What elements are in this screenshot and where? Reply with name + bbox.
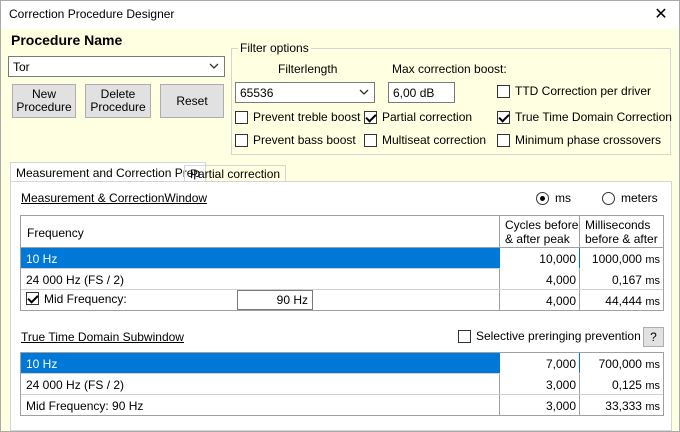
prevent-bass-checkbox[interactable]: Prevent bass boost — [235, 133, 356, 147]
filterlength-value: 65536 — [240, 86, 274, 100]
mid-frequency-input[interactable]: 90 Hz — [237, 290, 313, 310]
ttd-per-driver-box — [497, 84, 510, 98]
row-frequency: 10 Hz — [26, 357, 58, 371]
radio-ms-label: ms — [555, 191, 571, 205]
selective-preringing-checkbox[interactable]: Selective preringing prevention — [458, 329, 641, 343]
table-row[interactable]: Mid Frequency: 90 Hz 4,000 44,444 ms — [21, 290, 663, 311]
subwindow-title: True Time Domain Subwindow — [21, 330, 184, 344]
reset-button[interactable]: Reset — [160, 84, 224, 118]
table-row[interactable]: 24 000 Hz (FS / 2) 3,000 0,125 ms — [21, 374, 663, 395]
radio-meters-circle — [602, 191, 615, 205]
row-ms-unit: ms — [645, 296, 660, 308]
ttd-checkbox[interactable]: True Time Domain Correction — [497, 110, 672, 124]
tab-measurement[interactable]: Measurement and Correction Prep — [10, 162, 207, 182]
min-phase-checkbox[interactable]: Minimum phase crossovers — [497, 133, 661, 147]
table-row[interactable]: 10 Hz 10,000 1000,000 ms — [21, 248, 663, 269]
partial-correction-label: Partial correction — [382, 110, 473, 124]
mid-frequency-box — [26, 292, 39, 305]
procedure-designer-window: Correction Procedure Designer ✕ Procedur… — [0, 0, 680, 432]
row-cycles[interactable]: 3,000 — [500, 395, 579, 416]
prevent-treble-box — [235, 110, 248, 124]
row-ms-cell[interactable]: 700,000 ms — [580, 353, 663, 374]
mid-frequency-label: Mid Frequency: — [44, 291, 127, 306]
table-header: Frequency Cycles before & after peak Mil… — [21, 216, 663, 248]
row-ms: 0,125 — [611, 378, 642, 392]
measurement-tab-panel: Measurement & CorrectionWindow ms meters… — [10, 181, 672, 431]
partial-correction-box — [364, 110, 377, 124]
table-row[interactable]: 24 000 Hz (FS / 2) 4,000 0,167 ms — [21, 269, 663, 290]
row-cycles[interactable]: 7,000 — [500, 353, 579, 374]
new-procedure-button[interactable]: New Procedure — [12, 84, 76, 118]
radio-meters[interactable]: meters — [602, 191, 658, 205]
row-cycles[interactable]: 4,000 — [500, 269, 579, 290]
row-frequency: 10 Hz — [26, 252, 58, 266]
row-frequency: 24 000 Hz (FS / 2) — [26, 273, 125, 287]
prevent-bass-label: Prevent bass boost — [253, 133, 356, 147]
ttd-label: True Time Domain Correction — [515, 110, 672, 124]
header-frequency: Frequency — [27, 226, 84, 240]
row-frequency: 24 000 Hz (FS / 2) — [26, 378, 125, 392]
prevent-treble-checkbox[interactable]: Prevent treble boost — [235, 110, 360, 124]
prevent-bass-box — [235, 133, 248, 147]
filter-options-label: Filter options — [238, 41, 311, 55]
ttd-box — [497, 110, 510, 124]
row-ms-cell[interactable]: 0,125 ms — [580, 374, 663, 395]
procedure-name-value: Tor — [13, 60, 30, 74]
table-row[interactable]: 10 Hz 7,000 700,000 ms — [21, 353, 663, 374]
radio-ms-circle — [536, 191, 549, 205]
ttd-per-driver-label: TTD Correction per driver — [515, 84, 652, 98]
row-ms-unit: ms — [645, 401, 660, 413]
row-cycles[interactable]: 10,000 — [500, 248, 579, 269]
window-table: Frequency Cycles before & after peak Mil… — [20, 215, 664, 311]
row-ms: 1000,000 — [591, 252, 642, 266]
partial-correction-checkbox[interactable]: Partial correction — [364, 110, 472, 124]
prevent-treble-label: Prevent treble boost — [253, 110, 361, 124]
subwindow-table: 10 Hz 7,000 700,000 ms 24 000 Hz (FS / 2… — [20, 352, 664, 416]
multiseat-checkbox[interactable]: Multiseat correction — [364, 133, 486, 147]
selective-preringing-box — [458, 329, 471, 343]
procedure-name-combo[interactable]: Tor — [8, 56, 225, 77]
close-icon[interactable]: ✕ — [651, 4, 671, 24]
row-ms: 33,333 — [605, 399, 642, 413]
row-ms: 44,444 — [605, 294, 642, 308]
row-ms: 0,167 — [611, 273, 642, 287]
row-ms: 700,000 — [598, 357, 642, 371]
row-ms-cell[interactable]: 0,167 ms — [580, 269, 663, 290]
table-row[interactable]: Mid Frequency: 90 Hz 3,000 33,333 ms — [21, 395, 663, 416]
row-ms-cell[interactable]: 1000,000 ms — [580, 248, 663, 269]
procedure-name-heading: Procedure Name — [11, 32, 123, 48]
multiseat-box — [364, 133, 377, 147]
filterlength-combo[interactable]: 65536 — [235, 82, 375, 103]
header-cycles: Cycles before & after peak — [505, 218, 579, 246]
row-ms-cell[interactable]: 33,333 ms — [580, 395, 663, 416]
title-bar: Correction Procedure Designer ✕ — [1, 1, 679, 29]
min-phase-box — [497, 133, 510, 147]
row-ms-unit: ms — [645, 359, 660, 371]
chevron-down-icon — [359, 89, 369, 95]
ttd-per-driver-checkbox[interactable]: TTD Correction per driver — [497, 84, 651, 98]
filterlength-label: Filterlength — [278, 62, 338, 76]
row-cycles[interactable]: 4,000 — [500, 290, 579, 311]
row-ms-unit: ms — [645, 275, 660, 287]
row-ms-cell[interactable]: 44,444 ms — [580, 290, 663, 311]
mid-frequency-checkbox[interactable]: Mid Frequency: — [23, 290, 233, 311]
row-ms-unit: ms — [645, 254, 660, 266]
row-frequency: Mid Frequency: 90 Hz — [26, 399, 144, 413]
selective-preringing-label: Selective preringing prevention — [476, 329, 641, 343]
max-boost-label: Max correction boost: — [392, 62, 507, 76]
measurement-window-title: Measurement & CorrectionWindow — [21, 191, 208, 205]
header-ms: Milliseconds before & after — [585, 218, 658, 246]
row-cycles[interactable]: 3,000 — [500, 374, 579, 395]
min-phase-label: Minimum phase crossovers — [515, 133, 662, 147]
multiseat-label: Multiseat correction — [382, 133, 487, 147]
radio-meters-label: meters — [621, 191, 658, 205]
chevron-down-icon — [209, 63, 219, 69]
window-title: Correction Procedure Designer — [9, 7, 175, 21]
radio-ms[interactable]: ms — [536, 191, 571, 205]
max-boost-input[interactable]: 6,00 dB — [388, 82, 455, 103]
tab-partial-correction[interactable]: Partial correction — [184, 165, 287, 182]
row-ms-unit: ms — [645, 380, 660, 392]
delete-procedure-button[interactable]: Delete Procedure — [85, 84, 151, 118]
help-button[interactable]: ? — [643, 327, 664, 347]
